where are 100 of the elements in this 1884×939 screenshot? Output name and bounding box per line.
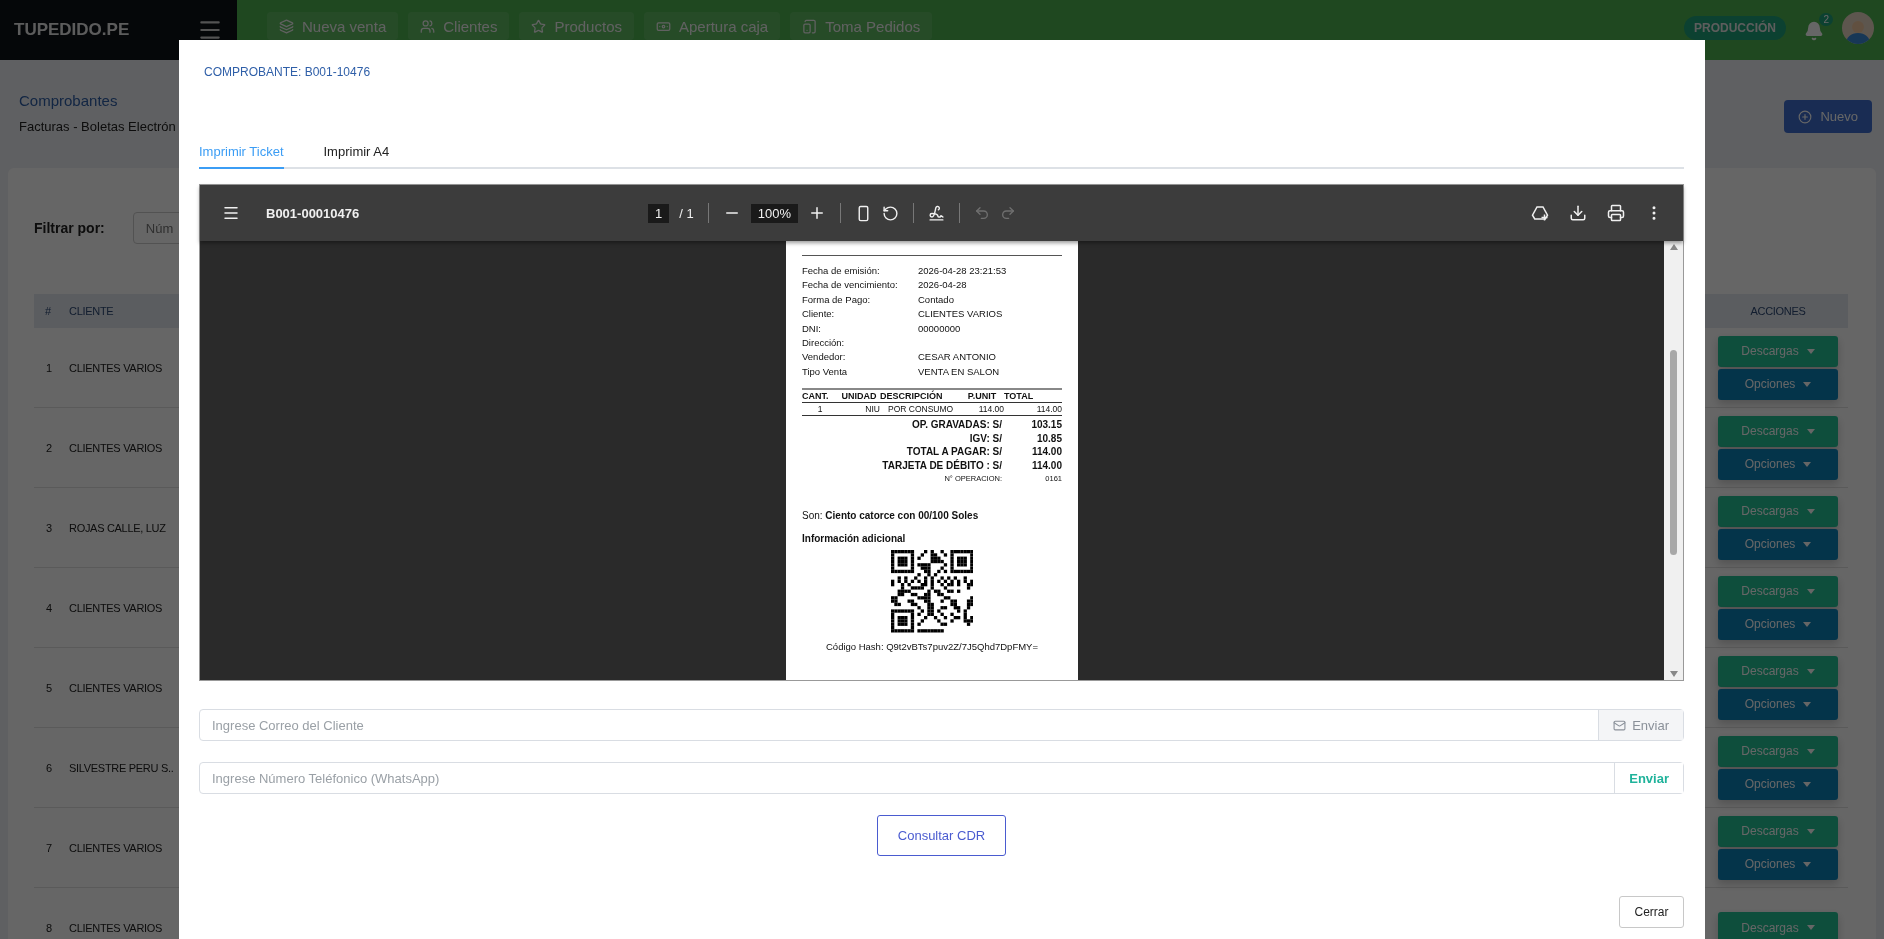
total-label: IGV: S/ xyxy=(968,431,1002,446)
column-header: ACCIONES xyxy=(1750,305,1806,317)
section-title: Información adicional xyxy=(802,533,907,545)
layers-icon xyxy=(279,18,294,34)
mail-icon xyxy=(1613,718,1627,732)
dropdown-button[interactable]: Opciones xyxy=(1718,448,1838,480)
table-cell-text: 1 xyxy=(45,361,52,374)
new-button[interactable]: Nuevo xyxy=(1784,100,1872,133)
receipt-value: 2026-04-28 xyxy=(918,279,968,292)
caret-icon xyxy=(1803,541,1812,547)
receipt-label: Vendedor: xyxy=(802,351,847,364)
receipt-cell-text: 1 xyxy=(816,403,824,416)
menu-icon[interactable] xyxy=(222,204,240,222)
receipt-value: 2026-04-28 23:21:53 xyxy=(918,265,1008,278)
table-cell: CLIENTES VARIOS xyxy=(69,441,163,454)
caret-icon xyxy=(1806,588,1815,594)
table-cell-text: 6 xyxy=(45,761,52,774)
receipt-cell-text: 114.00 xyxy=(977,403,1004,416)
dropdown-button[interactable]: Opciones xyxy=(1718,608,1838,640)
dropdown-button[interactable]: Opciones xyxy=(1718,688,1838,720)
receipt-cell-text: POR CONSUMO xyxy=(887,403,955,416)
caret-icon xyxy=(1806,925,1815,930)
dropdown-button[interactable]: Opciones xyxy=(1718,528,1838,560)
page-subtitle: Facturas - Boletas Electrón xyxy=(19,119,176,134)
receipt-label: Fecha de vencimiento: xyxy=(802,279,899,292)
caret-icon xyxy=(1806,428,1815,434)
receipt-column-header: TOTAL xyxy=(1004,390,1035,403)
table-cell-text: 2 xyxy=(45,441,52,454)
amount-in-words: Son: Ciento catorce con 00/100 Soles xyxy=(802,510,980,522)
brand-logo[interactable]: TUPEDIDO.PE xyxy=(14,20,130,40)
dropdown-button[interactable]: Descargas xyxy=(1718,415,1838,447)
table-cell-text: 5 xyxy=(45,681,52,694)
caret-icon xyxy=(1803,461,1812,467)
dropdown-button[interactable]: Opciones xyxy=(1718,768,1838,800)
table-cell-text: 4 xyxy=(45,601,52,614)
environment-badge: PRODUCCIÓN xyxy=(1684,16,1786,40)
table-cell: ROJAS CALLE, LUZ xyxy=(69,521,166,534)
input-field[interactable]: Ingrese Número Teléfonico (WhatsApp) Enviar xyxy=(199,762,1684,794)
receipt-label: Forma de Pago: xyxy=(802,293,872,307)
table-cell-text: 7 xyxy=(45,841,52,854)
input-field[interactable]: Ingrese Correo del Cliente Enviar xyxy=(199,709,1684,741)
table-cell: SILVESTRE PERU S.. xyxy=(69,761,174,774)
table-cell-text: 8 xyxy=(45,921,52,934)
column-header: CLIENTE xyxy=(69,305,114,317)
tab[interactable]: Imprimir A4 xyxy=(323,136,390,169)
annotate-icon[interactable] xyxy=(927,204,945,222)
dropdown-button[interactable]: Descargas xyxy=(1718,655,1838,687)
receipt-value: CLIENTES VARIOS xyxy=(918,308,1004,321)
total-label: TOTAL A PAGAR: S/ xyxy=(905,445,1002,459)
breadcrumb[interactable]: Comprobantes xyxy=(19,92,176,109)
dropdown-button[interactable]: Descargas xyxy=(1718,575,1838,607)
scrollbar[interactable] xyxy=(1664,241,1683,680)
scroll-down-icon[interactable] xyxy=(1669,671,1678,677)
send-button[interactable]: Enviar xyxy=(1598,710,1683,740)
tab[interactable]: Imprimir Ticket xyxy=(199,136,284,169)
modal-title: COMPROBANTE: B001-10476 xyxy=(204,64,372,80)
caret-icon xyxy=(1806,668,1815,674)
dropdown-button[interactable]: Opciones xyxy=(1718,848,1838,880)
table-cell: CLIENTES VARIOS xyxy=(69,921,163,934)
zoom-field[interactable]: 100% xyxy=(750,203,798,223)
receipt-value: CESAR ANTONIO xyxy=(918,351,997,364)
dropdown-button[interactable]: Descargas xyxy=(1718,912,1838,939)
dropdown-button[interactable]: Descargas xyxy=(1718,815,1838,847)
hash-code: Código Hash: Q9t2vBTs7puv2Z/7J5Qhd7DpFMY= xyxy=(825,640,1039,652)
receipt-value: 00000000 xyxy=(918,322,962,336)
scrollbar-thumb[interactable] xyxy=(1670,350,1677,555)
notification-count: 2 xyxy=(1819,13,1833,26)
caret-icon xyxy=(1803,381,1812,387)
dropdown-button[interactable]: Opciones xyxy=(1718,368,1838,400)
receipt-column-header: P.UNIT xyxy=(966,390,998,403)
table-cell: CLIENTES VARIOS xyxy=(69,601,163,614)
page-count: / 1 xyxy=(679,205,694,221)
total-value: 10.85 xyxy=(1035,431,1062,446)
caret-icon xyxy=(1803,701,1812,707)
rotate-icon[interactable] xyxy=(881,204,899,222)
total-label: OP. GRAVADAS: S/ xyxy=(911,418,1002,432)
print-icon[interactable] xyxy=(1607,204,1625,222)
table-cell: CLIENTES VARIOS xyxy=(69,361,163,374)
receipt-cell-text: 114.00 xyxy=(1035,403,1062,416)
caret-icon xyxy=(1803,861,1812,867)
scroll-up-icon[interactable] xyxy=(1669,244,1678,250)
download-icon[interactable] xyxy=(1569,204,1587,222)
total-label: TARJETA DE DÉBITO : S/ xyxy=(881,458,1002,473)
dropdown-button[interactable]: Descargas xyxy=(1718,335,1838,367)
dropdown-button[interactable]: Descargas xyxy=(1718,735,1838,767)
table-cell: CLIENTES VARIOS xyxy=(69,841,163,854)
receipt-column-header: UNIDAD xyxy=(840,390,878,403)
receipt-value: VENTA EN SALON xyxy=(918,365,1001,379)
star-icon xyxy=(531,18,547,34)
caret-icon xyxy=(1803,781,1812,787)
page-number-field[interactable]: 1 xyxy=(648,203,670,223)
send-button[interactable]: Enviar xyxy=(1614,763,1683,793)
receipt-cell-text: NIU xyxy=(864,403,880,416)
close-button[interactable]: Cerrar xyxy=(1619,896,1684,928)
dropdown-button[interactable]: Descargas xyxy=(1718,495,1838,527)
column-header: # xyxy=(44,305,51,317)
consult-cdr-button[interactable]: Consultar CDR xyxy=(877,815,1006,856)
document-title: B001-00010476 xyxy=(266,205,360,221)
total-value: 103.15 xyxy=(1030,418,1062,432)
filter-label: Filtrar por: xyxy=(34,220,105,236)
